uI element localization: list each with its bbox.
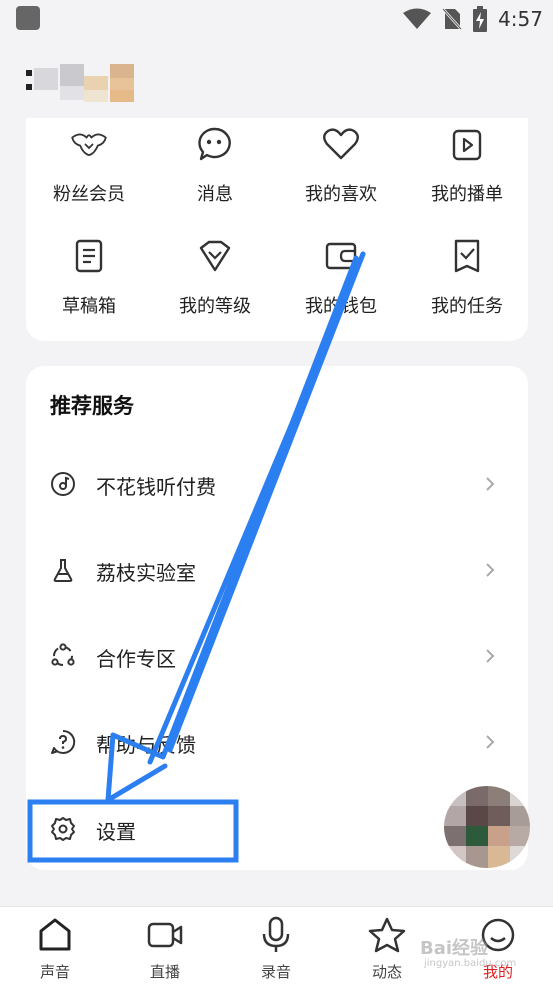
grid-item-messages[interactable]: 消息 (152, 124, 278, 206)
grid-item-label: 我的任务 (431, 296, 503, 317)
shortcut-grid: 粉丝会员 消息 我的喜欢 我的播单 草稿箱 我的等级 我的钱包 我的任务 (26, 118, 528, 341)
chevron-right-icon (486, 477, 495, 491)
service-row-help-feedback[interactable]: 帮助与反馈 (26, 699, 528, 785)
wallet-icon (325, 242, 357, 270)
flask-icon (53, 559, 73, 582)
grid-item-label: 消息 (197, 184, 233, 205)
message-bubble-icon (198, 127, 231, 161)
microphone-icon (262, 916, 290, 952)
grid-item-drafts[interactable]: 草稿箱 (26, 236, 152, 318)
video-camera-icon (147, 922, 183, 948)
service-row-free-listening[interactable]: 不花钱听付费 (26, 441, 528, 527)
section-title: 推荐服务 (50, 394, 134, 418)
grid-item-label: 我的钱包 (305, 296, 377, 317)
status-bar: 4:57 (0, 0, 553, 38)
tab-label: 声音 (39, 963, 70, 981)
grid-item-my-level[interactable]: 我的等级 (152, 236, 278, 318)
tab-label: 直播 (149, 963, 180, 981)
battery-charging-icon (473, 6, 488, 32)
tab-record[interactable]: 录音 (221, 907, 331, 984)
grid-item-label: 我的喜欢 (305, 184, 377, 205)
watermark-url: jingyan.baidu.com (424, 958, 517, 969)
grid-item-my-playlist[interactable]: 我的播单 (404, 124, 530, 206)
chevron-right-icon (486, 649, 495, 663)
playlist-play-icon (452, 129, 482, 161)
fan-wings-heart-icon (71, 133, 107, 157)
help-circle-icon (51, 729, 76, 754)
house-icon (39, 918, 71, 951)
service-row-cooperation[interactable]: 合作专区 (26, 613, 528, 699)
tab-live[interactable]: 直播 (110, 907, 220, 984)
star-icon (368, 917, 406, 953)
music-disc-icon (51, 472, 75, 496)
grid-item-label: 草稿箱 (62, 296, 116, 317)
service-row-lizhi-lab[interactable]: 荔枝实验室 (26, 527, 528, 613)
floating-avatar-blurred[interactable] (444, 786, 530, 868)
service-label: 设置 (96, 820, 136, 844)
gear-icon (51, 817, 75, 841)
service-label: 荔枝实验室 (96, 561, 196, 585)
chevron-right-icon (486, 735, 495, 749)
task-check-icon (454, 239, 480, 273)
grid-item-label: 粉丝会员 (53, 184, 125, 205)
cooperation-icon (51, 643, 75, 666)
service-label: 不花钱听付费 (96, 475, 216, 499)
no-sim-icon (442, 8, 463, 30)
grid-item-fan-membership[interactable]: 粉丝会员 (26, 124, 152, 206)
tab-label: 录音 (260, 963, 291, 981)
service-label: 合作专区 (96, 647, 176, 671)
app-notification-icon (16, 6, 40, 30)
chevron-right-icon (486, 563, 495, 577)
level-diamond-icon (199, 240, 231, 272)
tab-sound[interactable]: 声音 (0, 907, 110, 984)
wifi-icon (403, 8, 432, 29)
user-name-blurred[interactable] (26, 64, 134, 102)
heart-icon (323, 128, 359, 160)
grid-item-my-tasks[interactable]: 我的任务 (404, 236, 530, 318)
grid-item-label: 我的等级 (179, 296, 251, 317)
draft-doc-icon (75, 239, 103, 273)
service-label: 帮助与反馈 (96, 733, 196, 757)
status-icons: 4:57 (402, 6, 543, 32)
grid-item-label: 我的播单 (431, 184, 503, 205)
clock: 4:57 (498, 7, 543, 31)
grid-item-my-wallet[interactable]: 我的钱包 (278, 236, 404, 318)
watermark-logo: Bai经验 (420, 938, 489, 959)
grid-item-my-likes[interactable]: 我的喜欢 (278, 124, 404, 206)
shortcut-grid-card: 粉丝会员 消息 我的喜欢 我的播单 草稿箱 我的等级 我的钱包 我的任务 (26, 118, 528, 341)
